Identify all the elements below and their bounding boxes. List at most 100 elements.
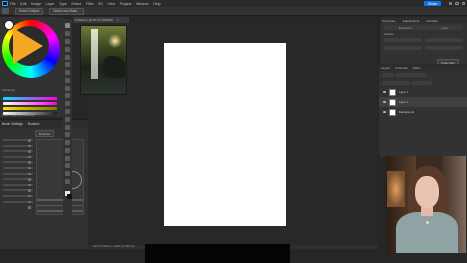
tab-adjustments[interactable]: Adjustments [403, 19, 420, 23]
webcam-lamp [387, 171, 405, 207]
menu-help[interactable]: Help [153, 2, 160, 6]
layer-filter-icons[interactable] [396, 73, 426, 77]
tab-brushes[interactable]: Brushes [28, 122, 40, 126]
menu-plugins[interactable]: Plugins [120, 2, 132, 6]
lock-icon[interactable] [28, 150, 31, 153]
shape-tool-icon[interactable] [65, 155, 70, 161]
user-icon[interactable] [455, 1, 459, 6]
reference-image[interactable] [80, 25, 127, 95]
lock-icon[interactable] [28, 206, 31, 209]
lasso-tool-icon[interactable] [65, 38, 70, 44]
height-field[interactable] [425, 38, 463, 43]
mode-field[interactable] [425, 46, 463, 51]
brush-size-sliders [37, 199, 83, 216]
pen-tool-icon[interactable] [65, 132, 70, 138]
dodge-tool-icon[interactable] [65, 124, 70, 130]
lock-icon[interactable] [28, 200, 31, 204]
search-icon[interactable] [448, 1, 452, 6]
menu-bar: File Edit Image Layer Type Select Filter… [0, 0, 467, 7]
color-picker-handle[interactable] [4, 20, 14, 30]
menu-type[interactable]: Type [59, 2, 67, 6]
width-field[interactable] [384, 38, 422, 43]
layer-kind-filter[interactable] [382, 73, 394, 77]
lock-icon[interactable] [28, 194, 31, 198]
current-tool-icon[interactable] [2, 8, 9, 14]
lock-icon[interactable] [28, 172, 31, 176]
lock-icon[interactable] [28, 178, 31, 181]
brushes-button[interactable]: Brushes [35, 130, 55, 137]
eyedropper-tool-icon[interactable] [65, 62, 70, 68]
menu-3d[interactable]: 3D [98, 2, 103, 6]
gradient-tool-icon[interactable] [65, 108, 70, 114]
tab-brush-settings[interactable]: Brush Settings [2, 122, 23, 126]
crop-tool-icon[interactable] [65, 54, 70, 60]
hand-tool-icon[interactable] [65, 163, 70, 169]
path-select-tool-icon[interactable] [65, 147, 70, 153]
tab-libraries[interactable]: Libraries [426, 19, 438, 23]
type-tool-icon[interactable] [65, 140, 70, 146]
app-window: File Edit Image Layer Type Select Filter… [0, 0, 467, 263]
color-slider-3[interactable] [3, 107, 57, 110]
quick-select-tool-icon[interactable] [65, 46, 70, 52]
history-brush-tool-icon[interactable] [65, 93, 70, 99]
select-subject-button[interactable]: Select Subject [15, 7, 44, 15]
brush-slider[interactable] [37, 199, 83, 201]
share-button[interactable]: Share [424, 1, 441, 6]
lock-icon[interactable] [28, 183, 31, 187]
healing-tool-icon[interactable] [65, 70, 70, 76]
zoom-tool-icon[interactable] [65, 171, 70, 177]
marquee-tool-icon[interactable] [65, 31, 70, 37]
color-slider-2[interactable] [3, 102, 57, 105]
brush-slider[interactable] [37, 204, 83, 206]
lock-icon[interactable] [28, 155, 31, 159]
subtab-document[interactable]: Document [399, 26, 412, 30]
stamp-tool-icon[interactable] [65, 85, 70, 91]
resolution-field[interactable] [384, 46, 422, 51]
tab-channels[interactable]: Channels [395, 66, 408, 70]
more-tools-icon[interactable] [65, 179, 70, 185]
document-canvas[interactable] [164, 43, 286, 226]
tools-bar [63, 19, 72, 249]
eye-icon[interactable] [383, 101, 386, 103]
tab-properties[interactable]: Properties [382, 19, 396, 23]
move-tool-icon[interactable] [65, 23, 70, 29]
menu-filter[interactable]: Filter [86, 2, 94, 6]
blur-tool-icon[interactable] [65, 116, 70, 122]
menu-window[interactable]: Window [136, 2, 149, 6]
menu-layer[interactable]: Layer [46, 2, 55, 6]
menu-view[interactable]: View [107, 2, 115, 6]
layer-thumbnail [389, 108, 396, 116]
lock-icon[interactable] [28, 139, 31, 142]
color-panel-tabs[interactable]: Color Swatches Gradients [2, 113, 35, 117]
brush-tool-icon[interactable] [65, 77, 70, 83]
color-slider-1[interactable] [3, 97, 57, 100]
eye-icon[interactable] [383, 91, 386, 93]
menu-select[interactable]: Select [71, 2, 81, 6]
menu-file[interactable]: File [10, 2, 16, 6]
layer-row[interactable]: Layer 1 [379, 97, 467, 107]
lock-icon[interactable] [28, 161, 31, 164]
lock-icon[interactable] [28, 144, 31, 148]
layer-thumbnail [389, 88, 396, 96]
ps-logo-icon[interactable] [2, 1, 8, 6]
layers-tabs: Layers Channels Paths [379, 64, 467, 71]
color-triangle[interactable] [13, 28, 43, 64]
opacity-field[interactable] [412, 81, 432, 85]
menu-edit[interactable]: Edit [20, 2, 26, 6]
layer-row[interactable]: Background [379, 107, 467, 117]
blend-mode-select[interactable] [382, 81, 410, 85]
tab-layers[interactable]: Layers [381, 66, 390, 70]
lock-icon[interactable] [28, 189, 31, 192]
background-color-swatch[interactable] [66, 194, 72, 200]
tab-paths[interactable]: Paths [413, 66, 421, 70]
layer-row[interactable]: Layer 1 [379, 87, 467, 97]
menu-image[interactable]: Image [31, 2, 41, 6]
close-icon[interactable]: × [117, 18, 119, 22]
brush-slider[interactable] [37, 210, 83, 212]
subtab-layer[interactable]: Layer [441, 26, 448, 30]
settings-icon[interactable] [461, 1, 465, 6]
lock-icon[interactable] [28, 166, 31, 170]
eraser-tool-icon[interactable] [65, 101, 70, 107]
eye-icon[interactable] [383, 111, 386, 113]
select-and-mask-button[interactable]: Select and Mask... [49, 7, 84, 15]
